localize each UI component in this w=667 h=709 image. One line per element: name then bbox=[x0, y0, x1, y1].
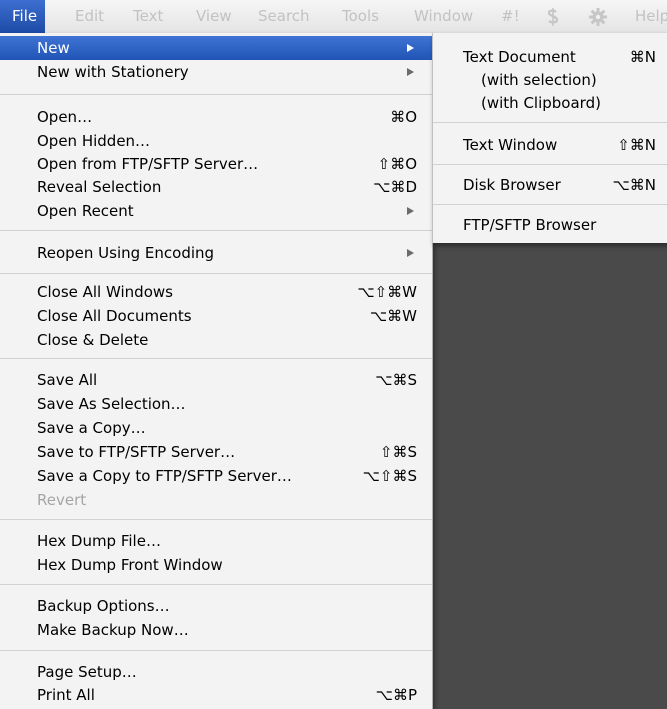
menu-item-label: (with Clipboard) bbox=[481, 94, 601, 112]
menu-item-print-all[interactable]: Print All ⌥⌘P bbox=[0, 683, 432, 707]
menu-item-open-hidden[interactable]: Open Hidden… bbox=[0, 129, 432, 153]
submenu-item-with-clipboard[interactable]: (with Clipboard) bbox=[433, 91, 667, 115]
menu-item-revert: Revert bbox=[0, 488, 432, 512]
menu-item-label: Save As Selection… bbox=[37, 395, 186, 413]
menu-bar: File Edit Text View Search Tools Window … bbox=[0, 0, 667, 34]
menu-item-new-with-stationery[interactable]: New with Stationery bbox=[0, 60, 432, 84]
menu-separator bbox=[0, 94, 432, 95]
menu-file[interactable]: File bbox=[0, 0, 46, 33]
new-submenu: Text Document ⌘N (with selection) (with … bbox=[432, 33, 667, 243]
submenu-item-ftp-browser[interactable]: FTP/SFTP Browser bbox=[433, 213, 667, 237]
menu-item-reopen-encoding[interactable]: Reopen Using Encoding bbox=[0, 241, 432, 265]
menu-separator bbox=[0, 273, 432, 274]
shortcut-label: ⇧⌘N bbox=[617, 136, 656, 154]
menu-item-label: Save a Copy to FTP/SFTP Server… bbox=[37, 467, 292, 485]
menu-item-label: Open Recent bbox=[37, 202, 134, 220]
menu-text[interactable]: Text bbox=[133, 0, 163, 33]
menu-item-label: Save a Copy… bbox=[37, 419, 146, 437]
submenu-item-text-document[interactable]: Text Document ⌘N bbox=[433, 45, 667, 69]
menu-separator bbox=[433, 204, 667, 205]
menu-tools[interactable]: Tools bbox=[342, 0, 379, 33]
submenu-item-disk-browser[interactable]: Disk Browser ⌥⌘N bbox=[433, 173, 667, 197]
menu-item-label: Open from FTP/SFTP Server… bbox=[37, 155, 259, 173]
menu-item-make-backup[interactable]: Make Backup Now… bbox=[0, 618, 432, 642]
menu-item-label: New bbox=[37, 39, 70, 57]
menu-item-label: Hex Dump File… bbox=[37, 532, 161, 550]
menu-search[interactable]: Search bbox=[258, 0, 310, 33]
menu-separator bbox=[433, 122, 667, 123]
menu-item-label: Text Document bbox=[463, 48, 576, 66]
shortcut-label: ⌥⌘D bbox=[373, 178, 417, 196]
menu-item-save-ftp[interactable]: Save to FTP/SFTP Server… ⇧⌘S bbox=[0, 440, 432, 464]
menu-shebang[interactable]: #! bbox=[501, 0, 520, 33]
menu-item-close-all-windows[interactable]: Close All Windows ⌥⇧⌘W bbox=[0, 280, 432, 304]
menu-separator bbox=[0, 358, 432, 359]
menu-item-save-all[interactable]: Save All ⌥⌘S bbox=[0, 368, 432, 392]
submenu-item-text-window[interactable]: Text Window ⇧⌘N bbox=[433, 133, 667, 157]
menu-item-page-setup[interactable]: Page Setup… bbox=[0, 660, 432, 684]
shortcut-label: ⌥⇧⌘W bbox=[357, 283, 417, 301]
dollar-scripts-icon[interactable] bbox=[545, 0, 561, 33]
file-menu: New New with Stationery Open… ⌘O Open Hi… bbox=[0, 33, 433, 709]
menu-item-label: Close & Delete bbox=[37, 331, 149, 349]
menu-separator bbox=[0, 230, 432, 231]
menu-item-label: Hex Dump Front Window bbox=[37, 556, 223, 574]
submenu-arrow-icon bbox=[407, 68, 414, 76]
shortcut-label: ⌘O bbox=[390, 108, 417, 126]
menu-item-label: Reveal Selection bbox=[37, 178, 162, 196]
shortcut-label: ⌥⌘S bbox=[375, 371, 417, 389]
menu-item-label: Open… bbox=[37, 108, 93, 126]
shortcut-label: ⇧⌘S bbox=[379, 443, 417, 461]
menu-separator bbox=[0, 650, 432, 651]
menu-item-save-copy[interactable]: Save a Copy… bbox=[0, 416, 432, 440]
menu-item-close-all-documents[interactable]: Close All Documents ⌥⌘W bbox=[0, 304, 432, 328]
gear-icon[interactable] bbox=[589, 0, 607, 33]
menu-item-label: New with Stationery bbox=[37, 63, 189, 81]
submenu-arrow-icon bbox=[407, 207, 414, 215]
menu-item-label: Backup Options… bbox=[37, 597, 170, 615]
submenu-arrow-icon bbox=[407, 44, 414, 52]
menu-item-open[interactable]: Open… ⌘O bbox=[0, 105, 432, 129]
menu-separator bbox=[433, 164, 667, 165]
menu-item-label: Page Setup… bbox=[37, 663, 137, 681]
menu-item-backup-options[interactable]: Backup Options… bbox=[0, 594, 432, 618]
menu-separator bbox=[0, 519, 432, 520]
submenu-arrow-icon bbox=[407, 249, 414, 257]
menu-item-label: Revert bbox=[37, 491, 87, 509]
menu-item-label: Make Backup Now… bbox=[37, 621, 189, 639]
shortcut-label: ⌘N bbox=[629, 48, 656, 66]
menu-item-label: Reopen Using Encoding bbox=[37, 244, 215, 262]
menu-item-label: Open Hidden… bbox=[37, 132, 151, 150]
menu-item-label: (with selection) bbox=[481, 71, 597, 89]
menu-item-hex-dump-front[interactable]: Hex Dump Front Window bbox=[0, 553, 432, 577]
menu-item-open-ftp[interactable]: Open from FTP/SFTP Server… ⇧⌘O bbox=[0, 152, 432, 176]
shortcut-label: ⌥⌘N bbox=[612, 176, 656, 194]
menu-item-save-copy-ftp[interactable]: Save a Copy to FTP/SFTP Server… ⌥⇧⌘S bbox=[0, 464, 432, 488]
menu-window[interactable]: Window bbox=[414, 0, 473, 33]
shortcut-label: ⇧⌘O bbox=[377, 155, 417, 173]
menu-item-new[interactable]: New bbox=[0, 36, 432, 60]
menu-edit[interactable]: Edit bbox=[75, 0, 104, 33]
menu-item-label: Save All bbox=[37, 371, 98, 389]
menu-help[interactable]: Help bbox=[635, 0, 667, 33]
shortcut-label: ⌥⇧⌘S bbox=[362, 467, 417, 485]
menu-item-label: Text Window bbox=[463, 136, 558, 154]
menu-item-label: Close All Windows bbox=[37, 283, 173, 301]
menu-item-label: Disk Browser bbox=[463, 176, 561, 194]
shortcut-label: ⌥⌘P bbox=[375, 686, 417, 704]
menu-item-label: Save to FTP/SFTP Server… bbox=[37, 443, 236, 461]
menu-item-save-as-selection[interactable]: Save As Selection… bbox=[0, 392, 432, 416]
menu-item-open-recent[interactable]: Open Recent bbox=[0, 199, 432, 223]
menu-item-label: FTP/SFTP Browser bbox=[463, 216, 597, 234]
shortcut-label: ⌥⌘W bbox=[369, 307, 417, 325]
menu-separator bbox=[0, 584, 432, 585]
menu-item-hex-dump-file[interactable]: Hex Dump File… bbox=[0, 529, 432, 553]
menu-item-label: Close All Documents bbox=[37, 307, 192, 325]
submenu-item-with-selection[interactable]: (with selection) bbox=[433, 68, 667, 92]
menu-item-close-delete[interactable]: Close & Delete bbox=[0, 328, 432, 352]
menu-item-label: Print All bbox=[37, 686, 95, 704]
menu-item-reveal-selection[interactable]: Reveal Selection ⌥⌘D bbox=[0, 175, 432, 199]
menu-view[interactable]: View bbox=[196, 0, 232, 33]
